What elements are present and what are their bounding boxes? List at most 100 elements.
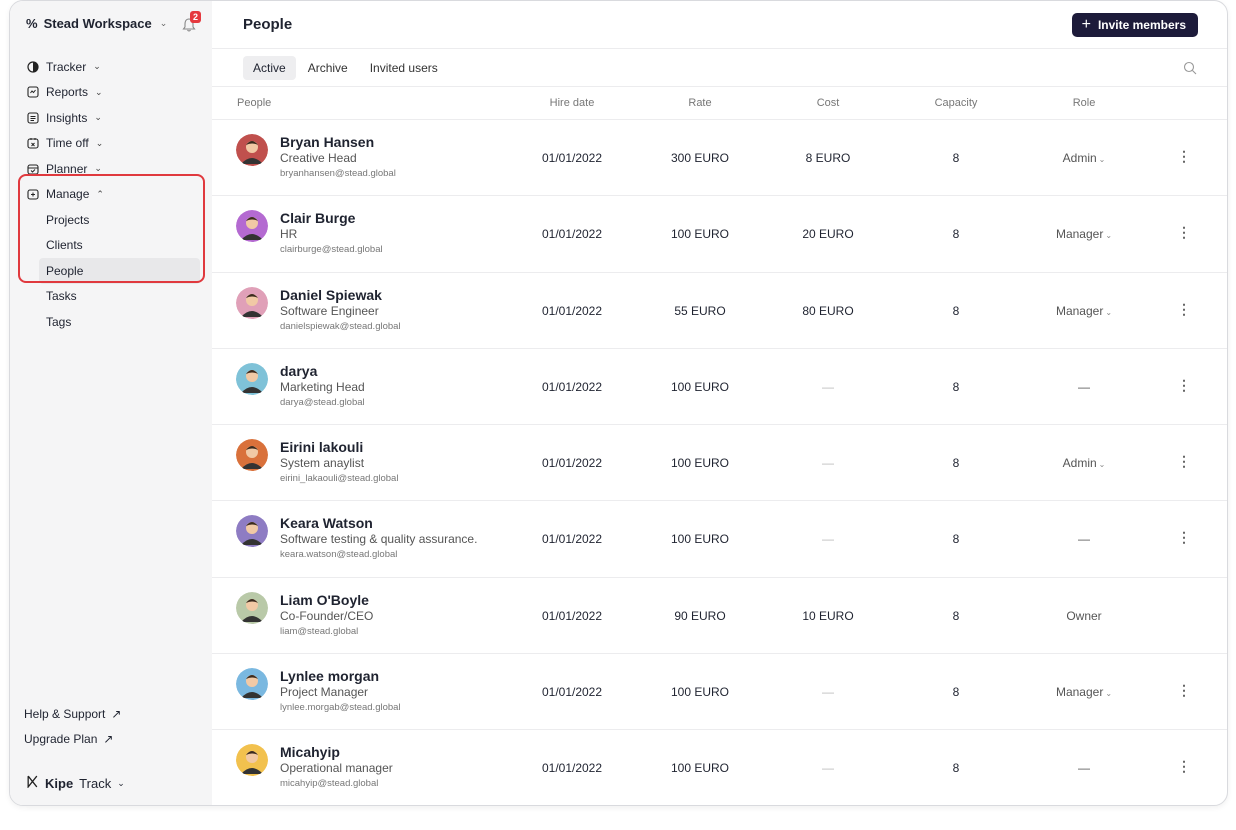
person-name[interactable]: darya [280, 363, 365, 380]
table-row[interactable]: darya Marketing Head darya@stead.global … [212, 349, 1227, 426]
reports-icon [26, 86, 39, 99]
brand-name-bold: Kipe [45, 775, 74, 791]
table-row[interactable]: Clair Burge HR clairburge@stead.global 0… [212, 196, 1227, 273]
sidebar-item-tracker[interactable]: Tracker ⌄ [26, 54, 204, 80]
table-row[interactable]: Eirini lakouli System anaylist eirini_la… [212, 425, 1227, 502]
more-options-icon[interactable]: ⋮ [1177, 529, 1191, 546]
rate-cell: 100 EURO [670, 532, 730, 547]
person-info: Micahyip Operational manager micahyip@st… [280, 744, 393, 792]
role-select[interactable]: Manager ⌄ [1024, 304, 1144, 318]
sidebar-item-time-off[interactable]: Time off ⌄ [26, 131, 204, 157]
table-row[interactable]: Bryan Hansen Creative Head bryanhansen@s… [212, 120, 1227, 197]
tab-invited-users[interactable]: Invited users [360, 56, 448, 80]
role-value: — [1078, 532, 1090, 547]
invite-members-button[interactable]: + Invite members [1071, 13, 1198, 37]
tab-archive[interactable]: Archive [298, 56, 358, 80]
role-select: Owner [1024, 609, 1144, 623]
person-name[interactable]: Bryan Hansen [280, 134, 396, 151]
person-email: keara.watson@stead.global [280, 549, 398, 561]
product-switcher[interactable]: Kipe Track ⌄ [26, 775, 125, 791]
person-title: Operational manager [280, 761, 393, 776]
person-email: bryanhansen@stead.global [280, 168, 396, 179]
person-name[interactable]: Daniel Spiewak [280, 287, 401, 304]
cost-cell: — [822, 379, 834, 394]
more-options-icon[interactable]: ⋮ [1177, 377, 1191, 394]
person-info: Keara Watson Software testing & quality … [280, 515, 477, 563]
person-info: darya Marketing Head darya@stead.global [280, 363, 365, 411]
capacity-cell: 8 [952, 379, 960, 394]
person-name[interactable]: Lynlee morgan [280, 668, 401, 685]
role-select[interactable]: Admin ⌄ [1024, 151, 1144, 165]
person-title: Creative Head [280, 151, 357, 165]
avatar [236, 591, 268, 624]
hire-date-cell: 01/01/2022 [541, 685, 603, 700]
person-info: Clair Burge HR clairburge@stead.global [280, 210, 383, 258]
column-header-role[interactable]: Role [1044, 97, 1124, 109]
column-header-capacity[interactable]: Capacity [916, 97, 996, 109]
sidebar-item-insights[interactable]: Insights ⌄ [26, 105, 204, 131]
notifications-button[interactable]: 2 [181, 11, 202, 34]
person-name[interactable]: Keara Watson [280, 515, 477, 532]
page-header: People + Invite members [212, 1, 1227, 49]
more-options-icon[interactable]: ⋮ [1177, 682, 1191, 699]
role-select[interactable]: Manager ⌄ [1024, 227, 1144, 241]
table-header: People Hire date Rate Cost Capacity Role [212, 87, 1227, 120]
column-header-hire-date[interactable]: Hire date [532, 97, 612, 109]
sidebar-item-reports[interactable]: Reports ⌄ [26, 80, 204, 106]
more-options-icon[interactable]: ⋮ [1177, 758, 1191, 775]
search-icon[interactable] [1183, 61, 1197, 75]
notification-badge: 2 [190, 11, 202, 23]
more-options-icon[interactable]: ⋮ [1177, 301, 1191, 318]
main-content: People + Invite members Active Archive I… [212, 1, 1227, 805]
avatar [236, 744, 268, 777]
sidebar-item-label: Projects [46, 212, 90, 227]
help-support-link[interactable]: Help & Support ↗ [24, 701, 121, 726]
sidebar-item-manage[interactable]: Manage ⌃ [26, 182, 204, 208]
sidebar-item-planner[interactable]: Planner ⌄ [26, 156, 204, 182]
person-title: HR [280, 227, 298, 242]
chevron-up-icon: ⌃ [96, 188, 104, 199]
person-name[interactable]: Liam O'Boyle [280, 592, 373, 609]
tab-active[interactable]: Active [243, 55, 296, 80]
role-select[interactable]: Manager ⌄ [1024, 685, 1144, 699]
sidebar: % Stead Workspace ⌄ 2 Tracker ⌄ Reports … [10, 1, 212, 805]
hire-date-cell: 01/01/2022 [541, 151, 603, 165]
upgrade-plan-link[interactable]: Upgrade Plan ↗ [24, 726, 121, 751]
person-name[interactable]: Micahyip [280, 744, 393, 761]
more-options-icon[interactable]: ⋮ [1177, 453, 1191, 470]
workspace-name: Stead Workspace [43, 16, 152, 31]
table-row[interactable]: Liam O'Boyle Co-Founder/CEO liam@stead.g… [212, 578, 1227, 655]
sidebar-item-label: Planner [46, 161, 88, 176]
role-select[interactable]: Admin ⌄ [1024, 456, 1144, 470]
more-options-icon[interactable]: ⋮ [1177, 148, 1191, 165]
capacity-cell: 8 [952, 685, 960, 700]
person-info: Eirini lakouli System anaylist eirini_la… [280, 439, 398, 487]
sidebar-item-clients[interactable]: Clients [26, 233, 204, 259]
chevron-down-icon: ⌄ [159, 18, 168, 28]
table-row[interactable]: Lynlee morgan Project Manager lynlee.mor… [212, 654, 1227, 731]
cost-cell: 80 EURO [802, 303, 854, 318]
person-name[interactable]: Eirini lakouli [280, 439, 398, 456]
table-row[interactable]: Micahyip Operational manager micahyip@st… [212, 730, 1227, 805]
workspace-switcher[interactable]: % Stead Workspace ⌄ [26, 16, 167, 31]
chevron-down-icon: ⌄ [93, 61, 101, 72]
app-window: % Stead Workspace ⌄ 2 Tracker ⌄ Reports … [9, 0, 1228, 806]
person-name[interactable]: Clair Burge [280, 210, 383, 227]
brand-name-rest: Track [79, 775, 112, 791]
sidebar-item-label: Reports [46, 85, 89, 100]
column-header-cost[interactable]: Cost [788, 97, 868, 109]
sidebar-item-people[interactable]: People [39, 258, 200, 284]
column-header-rate[interactable]: Rate [660, 97, 740, 109]
table-row[interactable]: Daniel Spiewak Software Engineer daniels… [212, 273, 1227, 349]
chevron-down-icon: ⌄ [95, 86, 103, 97]
column-header-people[interactable]: People [237, 97, 271, 109]
sidebar-item-tags[interactable]: Tags [26, 309, 204, 335]
person-info: Liam O'Boyle Co-Founder/CEO liam@stead.g… [280, 592, 373, 640]
sidebar-item-projects[interactable]: Projects [26, 207, 204, 233]
sidebar-item-label: Manage [46, 187, 90, 202]
table-row[interactable]: Keara Watson Software testing & quality … [212, 501, 1227, 578]
more-options-icon[interactable]: ⋮ [1177, 224, 1191, 241]
sidebar-item-tasks[interactable]: Tasks [26, 284, 204, 310]
page-title: People [243, 16, 293, 33]
rate-cell: 90 EURO [674, 608, 726, 623]
